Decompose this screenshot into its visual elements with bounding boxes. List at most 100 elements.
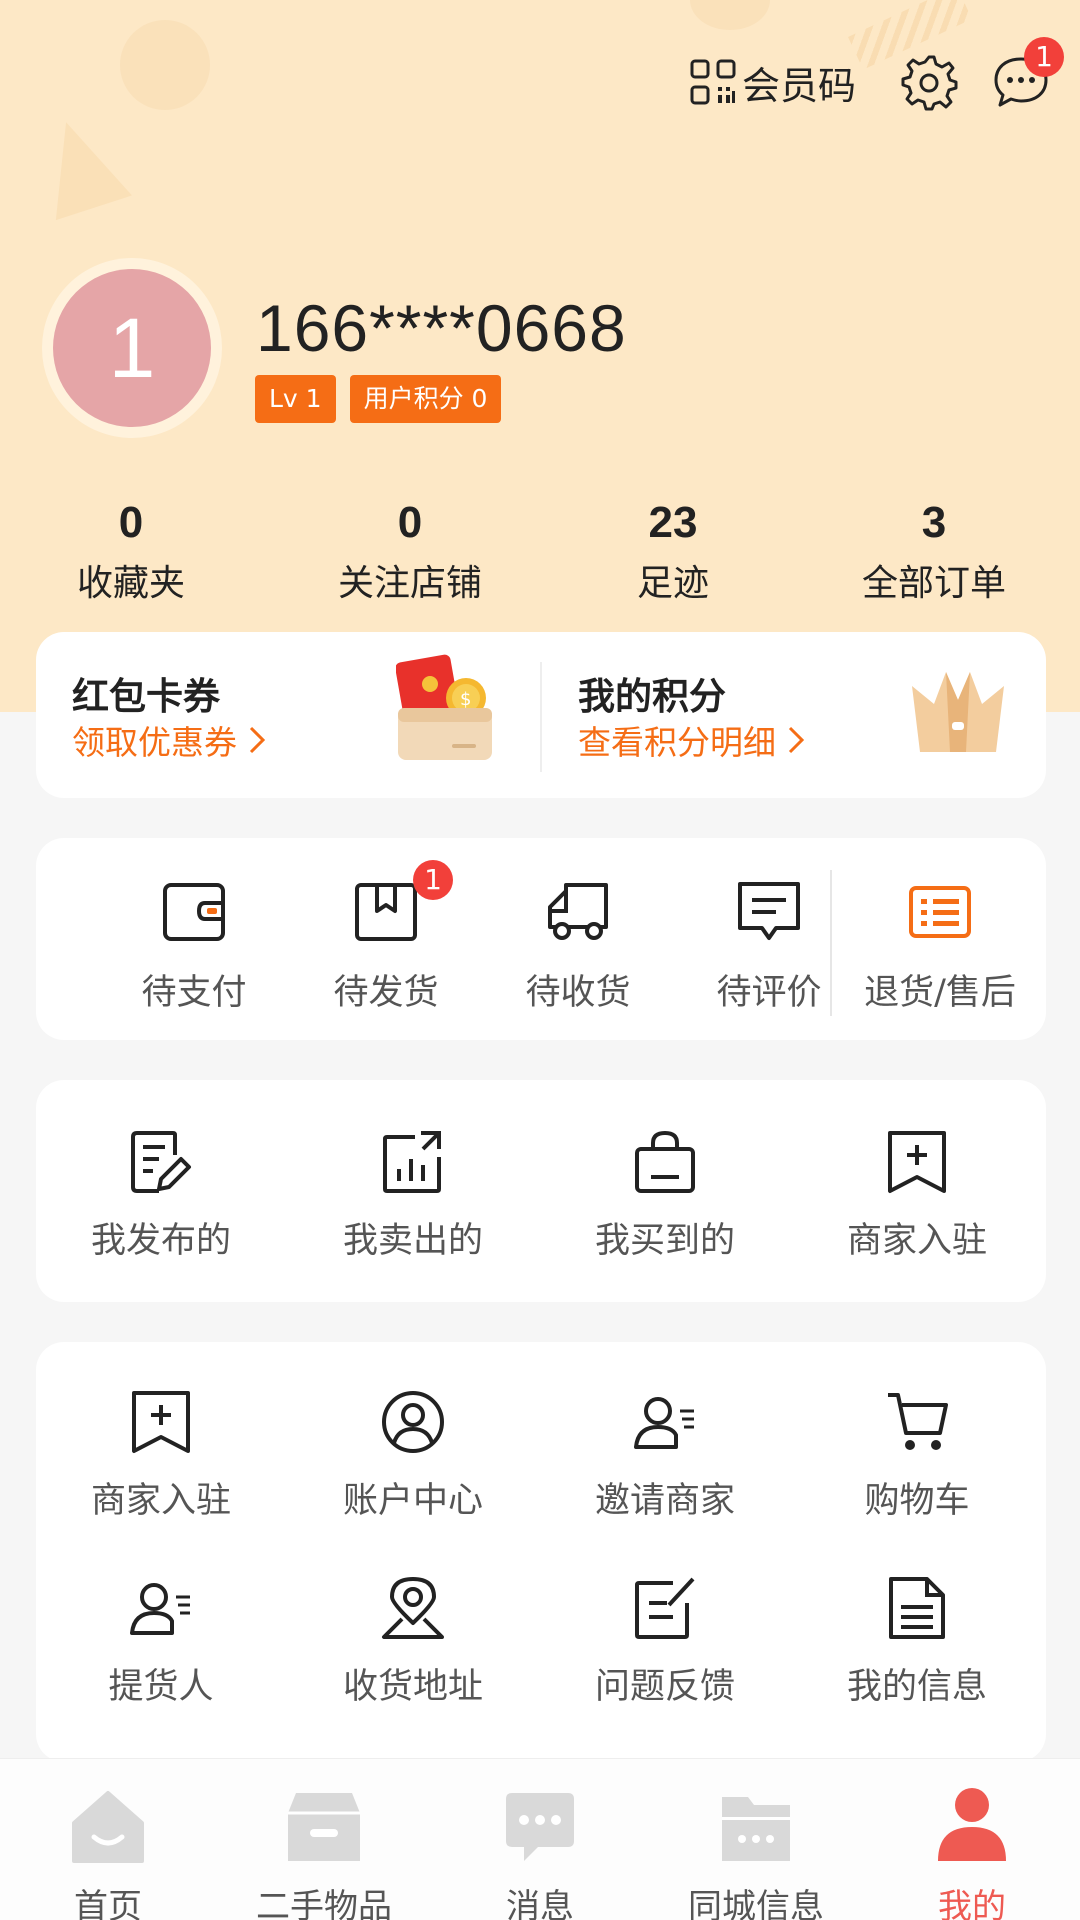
avatar[interactable]: 1 (42, 258, 222, 438)
avatar-text: 1 (53, 269, 211, 427)
grid-item-invite-merchant[interactable]: 邀请商家 (540, 1386, 790, 1523)
tab-mine[interactable]: 我的 (872, 1773, 1072, 1920)
points-entry[interactable]: 我的积分 查看积分明细 (542, 632, 1046, 798)
document-icon (889, 1577, 945, 1639)
stat-favorites[interactable]: 0 收藏夹 (31, 498, 231, 606)
coupon-entry[interactable]: 红包卡券 领取优惠券 $ (36, 632, 540, 798)
my-trading-card: 我发布的 我卖出的 我买到的 商家入驻 (36, 1080, 1046, 1302)
location-pin-icon (382, 1577, 444, 1639)
message-badge: 1 (1024, 37, 1064, 77)
order-label: 待发货 (333, 973, 439, 1013)
points-link-label: 查看积分明细 (578, 723, 776, 762)
user-list-icon (130, 1583, 190, 1635)
grid-item-shipping-address[interactable]: 收货地址 (288, 1572, 538, 1709)
services-card: 商家入驻 账户中心 邀请商家 购物车 提货人 收货地址 问题反馈 我的信息 (36, 1342, 1046, 1762)
tab-label: 首页 (74, 1887, 142, 1920)
stat-followed-shops[interactable]: 0 关注店铺 (310, 498, 510, 606)
grid-item-feedback[interactable]: 问题反馈 (540, 1572, 790, 1709)
order-pending-payment[interactable]: 待支付 (109, 876, 279, 1015)
user-invite-icon (634, 1397, 694, 1449)
bookmark-plus-icon (888, 1131, 946, 1193)
level-badge: Lv 1 (255, 375, 336, 423)
tab-label: 我的 (938, 1887, 1006, 1920)
orders-card: 待支付 1 待发货 待收货 待评价 退货/售后 (36, 838, 1046, 1040)
tab-home[interactable]: 首页 (8, 1773, 208, 1920)
tab-label: 同城信息 (688, 1887, 824, 1920)
points-badge: 用户积分 0 (349, 375, 502, 423)
grid-label: 提货人 (108, 1667, 214, 1707)
shopping-bag-icon (635, 1130, 695, 1193)
messages-button[interactable]: 1 (990, 37, 1064, 113)
tab-local-info[interactable]: 同城信息 (656, 1773, 856, 1920)
phone-number: 166****0668 (256, 291, 627, 365)
grid-label: 我卖出的 (342, 1221, 483, 1261)
bookmark-plus-icon (132, 1391, 190, 1453)
settings-button[interactable] (898, 51, 960, 113)
return-list-icon (909, 886, 971, 938)
grid-label: 账户中心 (342, 1481, 483, 1521)
top-bar: 会员码 1 (690, 37, 1064, 120)
tab-label: 消息 (506, 1887, 574, 1920)
stat-label: 关注店铺 (337, 563, 482, 604)
order-label: 待支付 (141, 973, 247, 1013)
order-pending-receipt[interactable]: 待收货 (493, 876, 663, 1015)
chevron-right-icon (788, 726, 805, 754)
crown-icon (912, 672, 1004, 752)
grid-label: 问题反馈 (594, 1667, 735, 1707)
stat-footprints[interactable]: 23 足迹 (573, 498, 773, 606)
coupon-title: 红包卡券 (72, 675, 220, 718)
grid-item-bought[interactable]: 我买到的 (540, 1126, 790, 1263)
cart-icon (888, 1393, 948, 1450)
svg-text:$: $ (460, 689, 471, 710)
points-link[interactable]: 查看积分明细 (578, 716, 806, 764)
grid-item-sold[interactable]: 我卖出的 (288, 1126, 538, 1263)
grid-label: 商家入驻 (846, 1221, 987, 1261)
grid-label: 购物车 (864, 1481, 970, 1521)
user-tags: Lv 1 用户积分 0 (255, 375, 502, 423)
grid-label: 邀请商家 (594, 1481, 735, 1521)
tab-second-hand[interactable]: 二手物品 (224, 1773, 424, 1920)
grid-label: 商家入驻 (90, 1481, 231, 1521)
red-envelope-coupon-icon: $ (396, 654, 492, 760)
chart-export-icon (383, 1131, 441, 1193)
grid-item-cart[interactable]: 购物车 (792, 1386, 1042, 1523)
grid-label: 我的信息 (846, 1667, 987, 1707)
profile-header-background: 会员码 1 1 166****0668 Lv 1 用户积分 0 0 收藏夹 0 … (0, 0, 1080, 712)
package-icon (355, 883, 417, 941)
stat-value: 3 (921, 498, 947, 547)
member-code-button[interactable]: 会员码 (690, 55, 856, 110)
stat-label: 收藏夹 (76, 563, 185, 604)
promo-card: 红包卡券 领取优惠券 $ 我的积分 查看积分明细 (36, 632, 1046, 798)
order-pending-shipment[interactable]: 1 待发货 (301, 860, 471, 1015)
home-icon (72, 1791, 144, 1863)
truck-icon (548, 883, 608, 940)
grid-item-merchant-join[interactable]: 商家入驻 (792, 1126, 1042, 1263)
decorative-dot (120, 20, 210, 110)
order-returns[interactable]: 退货/售后 (840, 876, 1040, 1015)
order-label: 待评价 (716, 973, 822, 1013)
grid-item-pickup-person[interactable]: 提货人 (36, 1572, 286, 1709)
grid-item-my-info[interactable]: 我的信息 (792, 1572, 1042, 1709)
member-code-label: 会员码 (741, 63, 856, 108)
wallet-icon (163, 883, 225, 941)
decorative-triangle (28, 109, 132, 221)
edit-note-icon (131, 1131, 191, 1193)
orders-divider (830, 870, 832, 1016)
stats-row: 0 收藏夹 0 关注店铺 23 足迹 3 全部订单 (0, 498, 1080, 608)
order-label: 退货/售后 (864, 973, 1016, 1013)
points-title: 我的积分 (578, 675, 726, 718)
stat-all-orders[interactable]: 3 全部订单 (834, 498, 1034, 606)
coupon-link[interactable]: 领取优惠券 (72, 716, 267, 764)
decorative-dot (690, 0, 770, 30)
tab-messages[interactable]: 消息 (440, 1773, 640, 1920)
grid-item-account-center[interactable]: 账户中心 (288, 1386, 538, 1523)
order-pending-review[interactable]: 待评价 (684, 876, 854, 1015)
stat-value: 23 (648, 498, 698, 547)
grid-item-my-posts[interactable]: 我发布的 (36, 1126, 286, 1263)
order-label: 待收货 (525, 973, 631, 1013)
grid-label: 我买到的 (594, 1221, 735, 1261)
grid-item-merchant-join[interactable]: 商家入驻 (36, 1386, 286, 1523)
bottom-tab-bar: 首页 二手物品 消息 同城信息 我的 (0, 1758, 1080, 1920)
coupon-link-label: 领取优惠券 (72, 723, 237, 762)
grid-label: 收货地址 (342, 1667, 483, 1707)
